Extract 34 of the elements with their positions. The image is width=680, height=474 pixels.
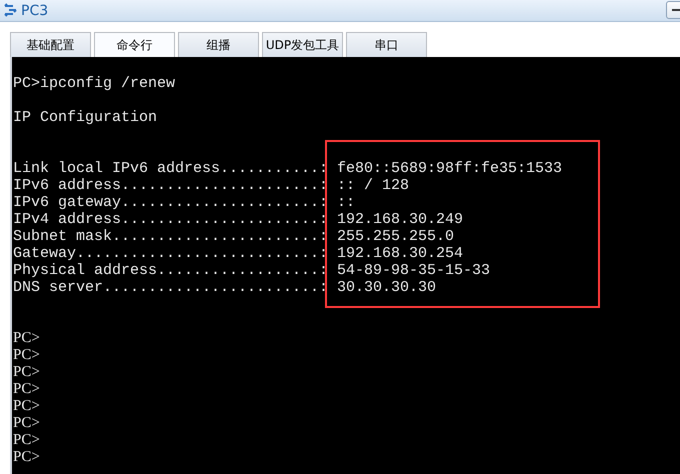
- output-label: Gateway...........................:: [13, 245, 330, 262]
- prompt: PC>: [13, 415, 40, 432]
- prompt: PC>: [13, 449, 40, 466]
- output-value: ::: [337, 194, 356, 211]
- output-label: IPv6 gateway......................:: [13, 194, 330, 211]
- prompt: PC>: [13, 347, 40, 364]
- output-label: IPv4 address......................:: [13, 211, 330, 228]
- window-title: PC3: [21, 2, 48, 18]
- tab[interactable]: 基础配置: [10, 32, 91, 57]
- output-label: Link local IPv6 address...........:: [13, 160, 330, 177]
- minimize-button[interactable]: [666, 1, 680, 19]
- output-value: fe80::5689:98ff:fe35:1533: [337, 160, 562, 177]
- minimize-icon: [672, 9, 680, 11]
- output-label: Physical address..................:: [13, 262, 330, 279]
- output-value: 192.168.30.254: [337, 245, 464, 262]
- prompt: PC>: [13, 432, 40, 449]
- output-value: :: / 128: [337, 177, 410, 194]
- prompt: PC>: [13, 330, 40, 347]
- prompt: PC>: [13, 381, 40, 398]
- output-label: IPv6 address......................:: [13, 177, 330, 194]
- output-value: 54-89-98-35-15-33: [337, 262, 490, 279]
- tab[interactable]: UDP发包工具: [262, 32, 343, 57]
- output-value: 192.168.30.249: [337, 211, 464, 228]
- output-label: DNS server........................:: [13, 279, 330, 296]
- output-value: 255.255.255.0: [337, 228, 454, 245]
- tab[interactable]: 串口: [346, 32, 427, 57]
- output-heading: IP Configuration: [13, 109, 158, 126]
- output-label: Subnet mask.......................:: [13, 228, 330, 245]
- prompt: PC>: [13, 398, 40, 415]
- tab[interactable]: 组播: [178, 32, 259, 57]
- tab[interactable]: 命令行: [94, 32, 175, 57]
- command-line: PC>ipconfig /renew: [13, 75, 176, 92]
- output-value: 30.30.30.30: [337, 279, 436, 296]
- prompt: PC>: [13, 364, 40, 381]
